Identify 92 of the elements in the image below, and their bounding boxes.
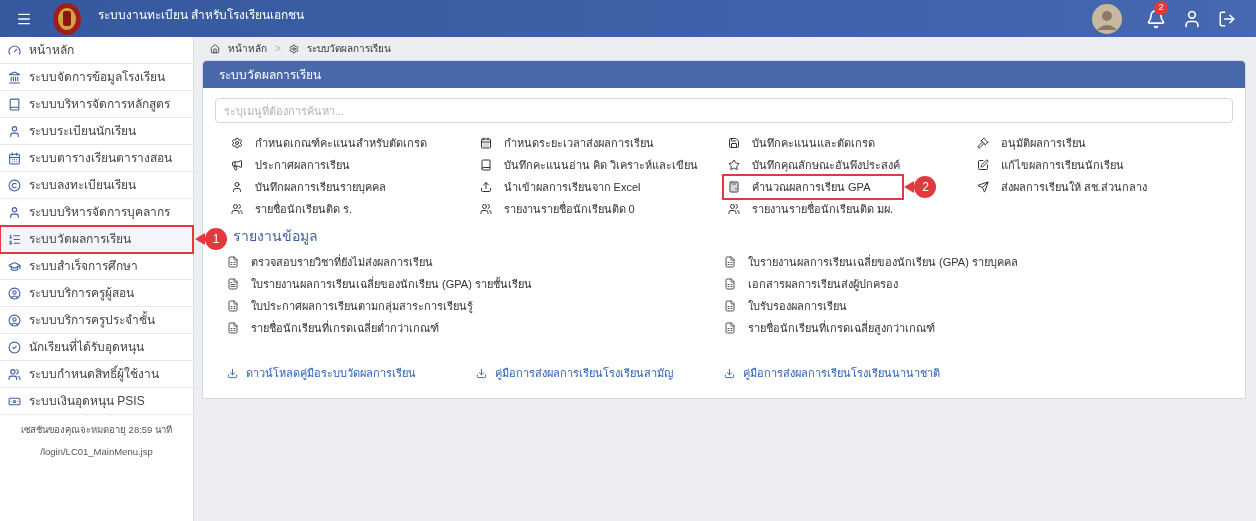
menu-link[interactable]: ประกาศผลการเรียน <box>227 154 354 176</box>
menu-link[interactable]: ส่งผลการเรียนให้ สช.ส่วนกลาง <box>972 176 1151 198</box>
star-icon <box>728 159 740 171</box>
upload-icon <box>479 181 492 193</box>
sidebar-item[interactable]: ระบบระเบียนนักเรียน <box>0 118 193 145</box>
logout-icon[interactable] <box>1218 9 1236 28</box>
download-link[interactable]: คู่มือการส่งผลการเรียนโรงเรียนนานาชาติ <box>724 365 973 382</box>
pdf-file-icon <box>227 278 239 290</box>
users-icon <box>479 203 492 215</box>
calendar-icon <box>479 137 492 149</box>
breadcrumb-link[interactable]: หน้าหลัก <box>228 41 267 56</box>
book-icon <box>479 159 492 171</box>
menu-link[interactable]: กำหนดระยะเวลาส่งผลการเรียน <box>475 132 658 154</box>
sidebar-item[interactable]: ระบบสำเร็จการศึกษา <box>0 253 193 280</box>
user-circle-icon <box>8 286 21 300</box>
spreadsheet-file-icon <box>724 300 736 312</box>
section-heading: รายงานข้อมูล <box>233 227 318 247</box>
menu-link[interactable]: แก้ไขผลการเรียนนักเรียน <box>972 154 1128 176</box>
search-field[interactable]: ระบุเมนูที่ต้องการค้นหา... <box>215 98 1233 123</box>
book-icon <box>8 97 21 111</box>
user-circle-icon <box>8 313 21 327</box>
sidebar-item[interactable]: ระบบบริหารจัดการหลักสูตร <box>0 91 193 118</box>
panel-title: ระบบวัดผลการเรียน <box>203 61 1245 88</box>
save-icon <box>728 137 740 149</box>
report-link[interactable]: รายชื่อนักเรียนที่เกรดเฉลี่ยต่ำกว่าเกณฑ์ <box>227 319 439 337</box>
menu-link[interactable]: กำหนดเกณฑ์คะแนนสำหรับตัดเกรด <box>227 132 431 154</box>
menu-link[interactable]: รายงานรายชื่อนักเรียนติด มผ. <box>724 198 898 220</box>
report-link[interactable]: ใบประกาศผลการเรียนตามกลุ่มสาระการเรียนรู้ <box>227 297 473 315</box>
user-icon[interactable] <box>1182 8 1202 29</box>
gear-icon <box>231 137 243 149</box>
logo-icon <box>52 1 82 36</box>
avatar-icon <box>1092 3 1122 34</box>
bank-icon <box>8 70 21 84</box>
report-link[interactable]: ตรวจสอบรายวิชาที่ยังไม่ส่งผลการเรียน <box>227 253 433 271</box>
spreadsheet-file-icon <box>724 256 736 268</box>
sidebar-item[interactable]: หน้าหลัก <box>0 37 193 64</box>
menu-link[interactable]: บันทึกคะแนนอ่าน คิด วิเคราะห์และเขียน <box>475 154 702 176</box>
dashboard-icon <box>8 43 21 57</box>
home-icon <box>210 43 220 54</box>
sidebar-item[interactable]: ระบบเงินอุดหนุน PSIS <box>0 388 193 415</box>
send-icon <box>976 181 989 193</box>
app-title: ระบบงานทะเบียน สำหรับโรงเรียนเอกชน <box>98 7 305 24</box>
sidebar-item[interactable]: ระบบตารางเรียนตารางสอน <box>0 145 193 172</box>
menu-link[interactable]: อนุมัติผลการเรียน <box>972 132 1090 154</box>
sidebar-item[interactable]: ระบบบริการครูผู้สอน <box>0 280 193 307</box>
report-link[interactable]: ใบรายงานผลการเรียนเฉลี่ยของนักเรียน (GPA) รายบุคคล <box>724 253 1018 271</box>
report-link[interactable]: รายชื่อนักเรียนที่เกรดเฉลี่ยสูงกว่าเกณฑ์ <box>724 319 935 337</box>
users-icon <box>8 367 21 381</box>
download-icon <box>227 367 238 379</box>
download-icon <box>724 367 735 379</box>
spreadsheet-file-icon <box>227 300 239 312</box>
sidebar-item[interactable]: ระบบจัดการข้อมูลโรงเรียน <box>0 64 193 91</box>
calculator-icon <box>728 181 740 193</box>
sidebar-item[interactable]: ระบบลงทะเบียนเรียน <box>0 172 193 199</box>
sidebar-item[interactable]: นักเรียนที่ได้รับอุดหนุน <box>0 334 193 361</box>
calendar-icon <box>8 151 21 165</box>
gavel-icon <box>976 137 989 149</box>
check-circle-icon <box>8 340 21 354</box>
spreadsheet-file-icon <box>724 278 736 290</box>
edit-icon <box>976 159 989 171</box>
graduation-cap-icon <box>8 259 21 273</box>
users-icon <box>728 203 740 215</box>
spreadsheet-file-icon <box>227 256 239 268</box>
download-link[interactable]: คู่มือการส่งผลการเรียนโรงเรียนสามัญ <box>475 365 724 382</box>
sidebar-item[interactable]: ระบบกำหนดสิทธิ์ผู้ใช้งาน <box>0 361 193 388</box>
user-icon <box>231 181 243 193</box>
notification-icon[interactable] <box>1146 8 1166 29</box>
users-icon <box>231 203 243 215</box>
download-link[interactable]: ดาวน์โหลดคู่มือระบบวัดผลการเรียน <box>227 365 476 382</box>
menu-link[interactable]: บันทึกคะแนนและตัดเกรด <box>724 132 879 154</box>
report-link[interactable]: เอกสารผลการเรียนส่งผู้ปกครอง <box>724 275 898 293</box>
download-icon <box>475 367 487 379</box>
spreadsheet-file-icon <box>227 322 239 334</box>
notification-count: 2 <box>1154 0 1168 15</box>
menu-link[interactable]: บันทึกผลการเรียนรายบุคคล <box>227 176 390 198</box>
report-link[interactable]: ใบรับรองผลการเรียน <box>724 297 847 315</box>
menu-link[interactable]: รายงานรายชื่อนักเรียนติด 0 <box>475 198 639 220</box>
spreadsheet-file-icon <box>724 322 736 334</box>
megaphone-icon <box>231 159 243 171</box>
report-link[interactable]: ใบรายงานผลการเรียนเฉลี่ยของนักเรียน (GPA) รายชั้นเรียน <box>227 275 532 293</box>
page-path: /login/LC01_MainMenu.jsp <box>39 445 154 460</box>
user-icon <box>8 205 21 219</box>
gear-icon <box>288 43 299 54</box>
session-note: เซสชันของคุณจะหมดอายุ 28:59 นาที <box>19 423 174 438</box>
sidebar-item[interactable]: ระบบบริการครูประจำชั้น <box>0 307 193 334</box>
user-icon <box>8 124 21 138</box>
menu-link[interactable]: บันทึกคุณลักษณะอันพึงประสงค์ <box>724 154 904 176</box>
breadcrumb-current: ระบบวัดผลการเรียน <box>306 42 391 56</box>
breadcrumb-separator: > <box>275 42 281 56</box>
list-icon <box>8 232 21 246</box>
menu-link[interactable]: นำเข้าผลการเรียนจาก Excel <box>475 176 645 198</box>
menu-link[interactable]: รายชื่อนักเรียนติด ร. <box>227 198 357 220</box>
